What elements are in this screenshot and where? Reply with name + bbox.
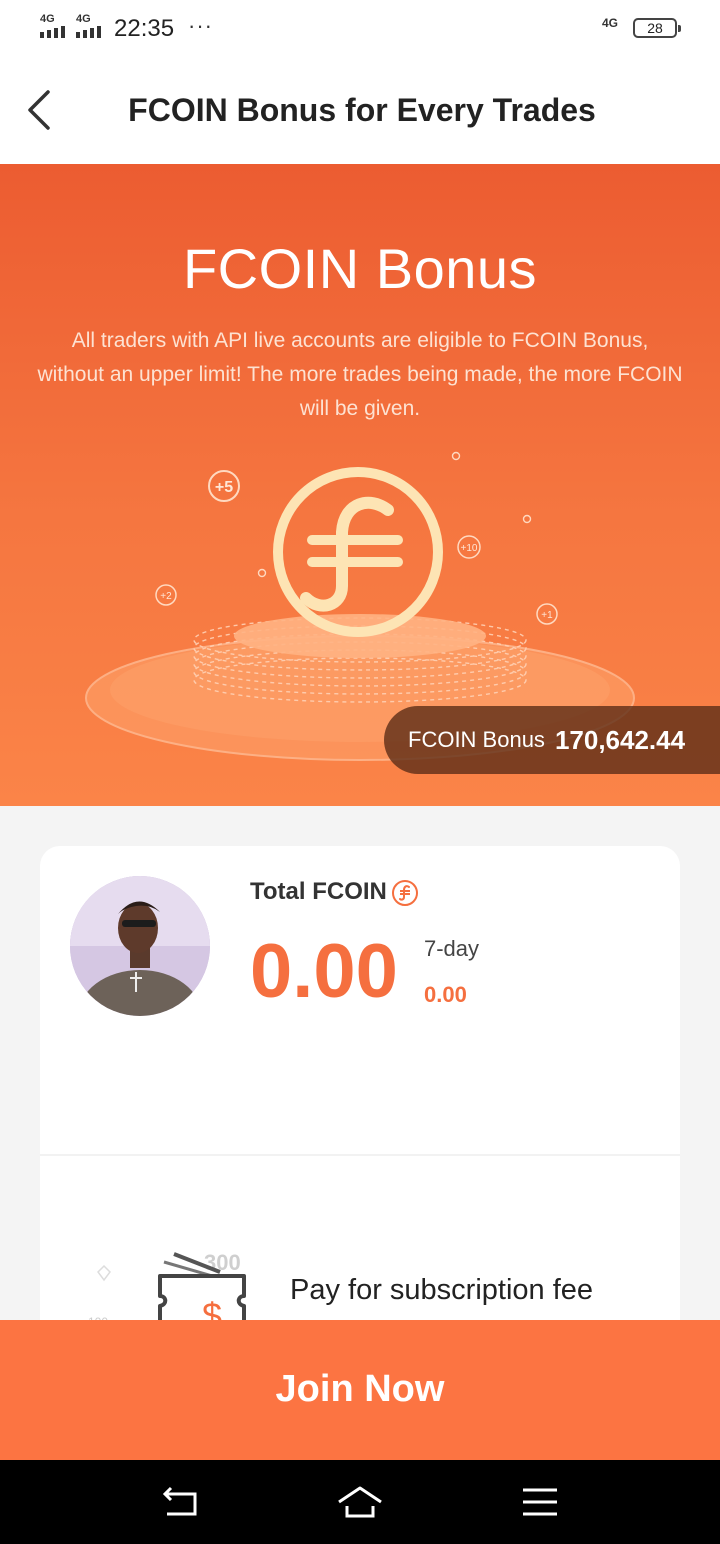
avatar-photo <box>70 876 210 1016</box>
network-indicator: 4G <box>602 16 619 30</box>
fcoin-small-icon <box>392 880 418 906</box>
bonus-total-pill: FCOIN Bonus 170,642.44 <box>384 706 720 774</box>
badge-plus1: +1 <box>536 603 558 625</box>
signal-indicator-2: 4G <box>76 14 106 38</box>
signal-bars-icon <box>40 26 65 38</box>
fcoin-logo-icon <box>273 467 443 637</box>
system-nav-bar <box>0 1460 720 1544</box>
status-time: 22:35 <box>114 15 175 42</box>
badge-plus10-text: +10 <box>461 543 478 554</box>
app-header: FCOIN Bonus for Every Trades <box>0 58 720 164</box>
seven-day-label: 7-day <box>424 936 480 961</box>
wallet-dollar-icon: 100 300 $ <box>88 1250 246 1332</box>
card-divider <box>40 1154 680 1156</box>
badge-plus2: +2 <box>155 584 177 606</box>
signal-indicator-1: 4G <box>40 14 70 38</box>
fcoin-summary-card: Total FCOIN 0.00 7-day 0.00 100 300 $ Pa… <box>40 846 680 1346</box>
page-title: FCOIN Bonus for Every Trades <box>128 92 596 128</box>
badge-plus5-text: +5 <box>215 479 233 496</box>
signal-bars-icon <box>76 26 101 38</box>
nav-menu-icon[interactable] <box>515 1482 565 1522</box>
battery-indicator: 28 <box>633 18 681 38</box>
nav-home-icon[interactable] <box>335 1482 385 1522</box>
diamond-icon <box>97 1264 111 1282</box>
total-fcoin-value: 0.00 <box>250 929 398 1014</box>
badge-plus5: +5 <box>208 470 240 502</box>
hero-title: FCOIN Bonus <box>182 237 538 300</box>
seven-day-value: 0.00 <box>424 982 467 1007</box>
hero-banner: FCOIN Bonus All traders with API live ac… <box>0 164 720 806</box>
hero-description: All traders with API live accounts are e… <box>37 329 683 420</box>
more-notifications-icon: ··· <box>188 13 213 38</box>
status-bar: 4G 4G 22:35 ··· 4G 28 <box>0 0 720 58</box>
bonus-total-value: 170,642.44 <box>554 724 686 755</box>
wallet-amount: 300 <box>204 1250 241 1275</box>
subscription-fee-text: Pay for subscription fee <box>290 1274 594 1306</box>
badge-plus10: +10 <box>457 535 481 559</box>
nav-back-icon[interactable] <box>155 1482 205 1522</box>
total-fcoin-label: Total FCOIN <box>250 878 387 905</box>
badge-plus1-text: +1 <box>541 610 553 621</box>
signal-1-label: 4G <box>40 13 55 25</box>
badge-plus2-text: +2 <box>160 591 172 602</box>
signal-2-label: 4G <box>76 13 91 25</box>
avatar <box>70 876 210 1016</box>
join-now-button[interactable]: Join Now <box>0 1320 720 1460</box>
bonus-total-label: FCOIN Bonus <box>408 727 545 752</box>
